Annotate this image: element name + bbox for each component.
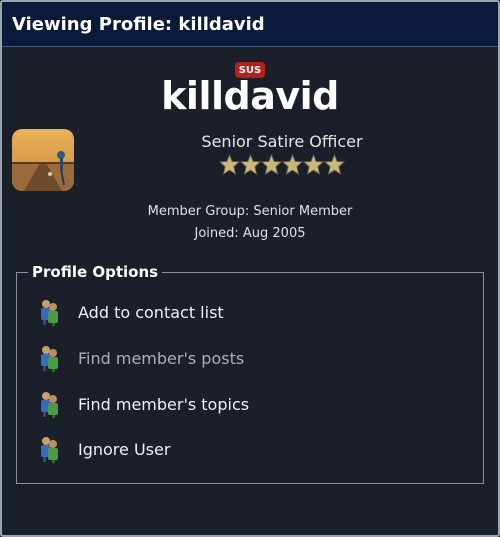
star-icon (282, 154, 303, 175)
member-title: Senior Satire Officer (201, 132, 363, 151)
people-icon (41, 392, 58, 418)
rating-stars (162, 154, 402, 175)
avatar[interactable] (12, 129, 74, 191)
find-topics-label: Find member's topics (78, 394, 250, 414)
title-bar: Viewing Profile: killdavid (2, 2, 498, 47)
ignore-user-label: Ignore User (78, 439, 171, 459)
star-icon (240, 154, 261, 175)
find-posts-label: Find member's posts (78, 348, 245, 368)
star-icon (219, 154, 240, 175)
star-icon (261, 154, 282, 175)
username-logo: killdavid (161, 74, 339, 118)
profile-window: Viewing Profile: killdavid SUS killdavid… (0, 0, 500, 537)
profile-options-legend: Profile Options (28, 263, 163, 281)
ignore-user-option[interactable]: Ignore User (38, 434, 458, 464)
people-icon (41, 346, 58, 372)
joined-date: Joined: Aug 2005 (194, 226, 306, 241)
star-icon (303, 154, 324, 175)
add-contact-label: Add to contact list (78, 302, 224, 322)
member-group: Member Group: Senior Member (147, 204, 353, 219)
page-title: Viewing Profile: killdavid (12, 13, 265, 35)
find-topics-option[interactable]: Find member's topics (38, 389, 458, 419)
find-posts-option[interactable]: Find member's posts (38, 343, 458, 373)
avatar-image (12, 129, 74, 191)
star-icon (324, 154, 345, 175)
add-contact-option[interactable]: Add to contact list (38, 297, 458, 327)
people-icon (41, 300, 58, 326)
people-icon (41, 437, 58, 463)
